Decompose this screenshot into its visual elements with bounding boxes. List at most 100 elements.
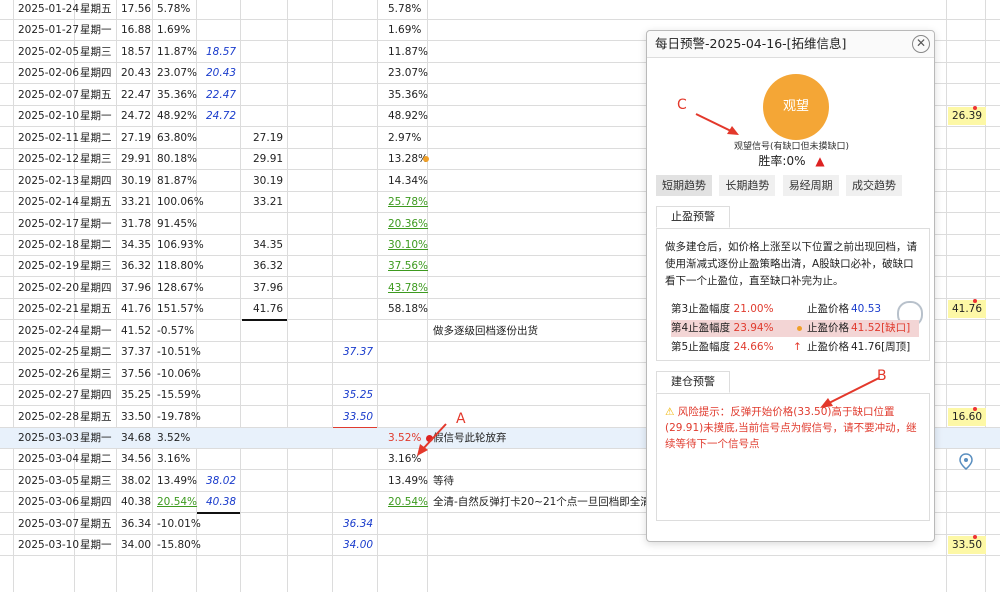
blue-price-cell: 24.72 (206, 110, 237, 123)
highlight-value: 26.39 (948, 107, 986, 126)
pct-cell: 3.16% (157, 453, 191, 466)
pct-cell: 23.07% (157, 67, 198, 80)
risk-warning: ⚠ 风险提示：反弹开始价格(33.50)高于缺口位置(29.91)未摸底,当前信… (665, 404, 925, 452)
date-cell: 2025-02-24 (18, 324, 80, 337)
date-cell: 2025-02-14 (18, 196, 80, 209)
date-cell: 2025-01-24 (18, 3, 80, 15)
blue-price-cell: 18.57 (206, 45, 237, 58)
date-cell: 2025-02-27 (18, 389, 80, 402)
status-dot-icon (423, 156, 429, 163)
return-cell: 58.18% (388, 303, 429, 316)
weekday-cell: 星期一 (80, 539, 112, 552)
price-cell: 40.38 (121, 496, 152, 509)
popup-title: 每日预警-2025-04-16-[拓维信息] (647, 31, 934, 58)
date-cell: 2025-02-06 (18, 67, 80, 80)
arrow-up-icon: ↑ (793, 341, 802, 353)
price-cell: 29.91 (121, 153, 152, 166)
tab-stop-profit[interactable]: 止盈预警 (656, 206, 730, 228)
price-cell: 20.43 (121, 67, 152, 80)
annotation-arrow-b (820, 377, 880, 408)
weekday-cell: 星期一 (80, 432, 112, 444)
weekday-cell: 星期二 (80, 238, 112, 251)
date-cell: 2025-02-25 (18, 346, 80, 359)
tab-long-term[interactable]: 长期趋势 (719, 175, 776, 196)
price-peak-cell: 29.91 (253, 153, 284, 166)
return-cell: 20.36% (388, 217, 429, 230)
stop-price-note: [周顶] (881, 341, 911, 353)
pct-cell: 20.54% (157, 496, 198, 509)
pct-cell: 3.52% (157, 432, 191, 444)
date-cell: 2025-02-26 (18, 367, 80, 380)
date-cell: 2025-02-10 (18, 110, 80, 123)
blue-low-cell: 35.25 (343, 389, 374, 402)
pct-cell: 13.49% (157, 474, 198, 487)
price-peak-cell: 41.76 (253, 303, 284, 316)
weekday-cell: 星期一 (80, 24, 112, 37)
blue-price-cell: 40.38 (206, 496, 237, 509)
pct-cell: -10.06% (157, 367, 201, 380)
stop-price-value: 41.76 (851, 341, 882, 353)
date-cell: 2025-02-28 (18, 410, 80, 423)
price-cell: 16.88 (121, 24, 152, 37)
weekday-cell: 星期二 (80, 131, 112, 144)
pct-cell: 63.80% (157, 131, 198, 144)
blue-low-cell: 34.00 (343, 539, 374, 552)
stop-price-label: 止盈价格 (807, 341, 849, 353)
stop-pct: 21.00% (733, 303, 774, 315)
stop-price-label: 止盈价格 (807, 303, 849, 315)
table-row[interactable]: 2025-01-24 星期五 17.56 5.78% 5.78% (0, 0, 1000, 20)
location-pin-icon[interactable] (958, 453, 974, 474)
weekday-cell: 星期三 (80, 367, 112, 380)
tab-volume-trend[interactable]: 成交趋势 (846, 175, 903, 196)
price-peak-cell: 33.21 (253, 196, 284, 209)
weekday-cell: 星期四 (80, 496, 112, 509)
pct-cell: -15.59% (157, 389, 201, 402)
pct-cell: -10.51% (157, 346, 201, 359)
annotation-arrow-a (417, 423, 447, 456)
close-icon[interactable]: ✕ (912, 35, 930, 53)
stop-pct: 23.94% (733, 322, 774, 334)
return-cell: 14.34% (388, 174, 429, 187)
pct-cell: -0.57% (157, 324, 195, 337)
price-cell: 37.37 (121, 346, 152, 359)
return-cell: 2.97% (388, 131, 422, 144)
blue-price-cell: 20.43 (206, 67, 237, 80)
stop-price: 41.76[周顶] (851, 339, 910, 356)
stop-profit-row: 第5止盈幅度 24.66% ↑ 止盈价格 41.76[周顶] (671, 339, 919, 356)
trend-tabs: 短期趋势 长期趋势 易经周期 成交趋势 (656, 175, 906, 197)
weekday-cell: 星期三 (80, 45, 112, 58)
return-cell: 37.56% (388, 260, 429, 273)
signal-circle: 观望 (763, 74, 829, 140)
weekday-cell: 星期三 (80, 474, 112, 487)
return-cell: 23.07% (388, 67, 429, 80)
blue-low-cell: 36.34 (343, 517, 374, 530)
tab-build-alert[interactable]: 建仓预警 (656, 371, 730, 393)
price-cell: 34.00 (121, 539, 152, 552)
price-cell: 34.68 (121, 432, 152, 444)
price-peak-cell: 27.19 (253, 131, 284, 144)
warning-triangle-icon: ⚠ (665, 406, 675, 418)
tab-short-term[interactable]: 短期趋势 (656, 175, 712, 196)
win-rate-text: 胜率:0% (758, 154, 806, 168)
annotation-arrow-c (695, 113, 739, 135)
date-cell: 2025-02-05 (18, 45, 80, 58)
note-cell: 做多逐级回档逐份出货 (433, 324, 538, 337)
pct-cell: -15.80% (157, 539, 201, 552)
date-cell: 2025-02-12 (18, 153, 80, 166)
price-cell: 24.72 (121, 110, 152, 123)
return-cell: 13.28% (388, 153, 429, 166)
stop-profit-row: 第3止盈幅度 21.00% 止盈价格 40.53 (671, 301, 919, 318)
pct-cell: 48.92% (157, 110, 198, 123)
weekday-cell: 星期三 (80, 153, 112, 166)
pct-cell: 11.87% (157, 45, 198, 58)
tab-yijing-cycle[interactable]: 易经周期 (782, 175, 839, 196)
date-cell: 2025-02-11 (18, 131, 80, 144)
price-peak-cell: 30.19 (253, 174, 284, 187)
price-cell: 33.21 (121, 196, 152, 209)
price-cell: 27.19 (121, 131, 152, 144)
daily-alert-popup: 每日预警-2025-04-16-[拓维信息] ✕ C 观望 观望信号(有缺口但未… (646, 30, 935, 542)
pct-cell: 100.06% (157, 196, 204, 209)
weekday-cell: 星期四 (80, 281, 112, 294)
warning-icon: ▲ (815, 154, 825, 168)
return-cell: 30.10% (388, 238, 429, 251)
